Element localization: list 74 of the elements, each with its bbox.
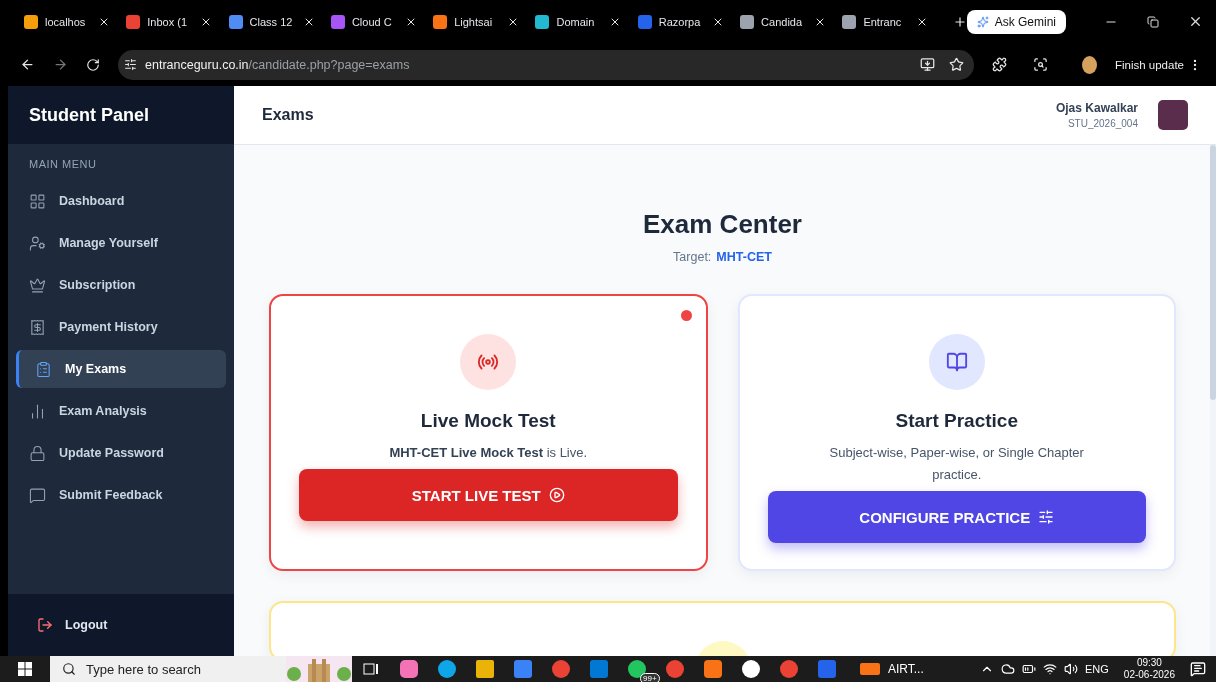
logout-link[interactable]: Logout	[37, 617, 108, 633]
browser-tab[interactable]: Lightsai	[429, 14, 532, 29]
browser-tab[interactable]: Candida	[736, 14, 839, 29]
card-button[interactable]: START LIVE TEST	[299, 469, 678, 521]
sidebar-item[interactable]: Update Password	[16, 434, 226, 472]
browser-tab[interactable]: Razorpa	[633, 14, 737, 29]
new-tab-icon[interactable]	[952, 14, 967, 29]
sidebar-item[interactable]: Payment History	[16, 308, 226, 346]
sidebar-item[interactable]: My Exams	[16, 350, 226, 388]
clock[interactable]: 09:30 02-06-2026	[1123, 657, 1175, 681]
section-heading: Exam Center	[642, 209, 803, 240]
notifications-icon[interactable]	[1190, 661, 1206, 677]
menu-icon	[29, 234, 46, 252]
target-label: Target:	[673, 250, 712, 264]
book-icon	[945, 351, 968, 373]
browser-tab[interactable]: Inbox (1	[122, 14, 225, 29]
panel-title: Student Panel	[8, 86, 234, 144]
reload-icon[interactable]	[86, 57, 100, 72]
site-settings-icon[interactable]	[124, 58, 137, 71]
install-icon[interactable]	[920, 57, 935, 72]
back-icon[interactable]	[20, 57, 35, 72]
menu-icon	[35, 360, 52, 378]
volume-icon[interactable]	[1064, 662, 1078, 676]
notification-badge: 99+	[640, 673, 660, 682]
finish-update-button[interactable]: Finish update	[1114, 57, 1202, 72]
wifi-icon[interactable]	[1043, 662, 1057, 676]
target-value: MHT-CET	[716, 250, 772, 264]
menu-icon	[29, 192, 46, 210]
sidebar-item[interactable]: Submit Feedback	[16, 476, 226, 514]
menu-section-label: MAIN MENU	[28, 157, 98, 172]
address-bar[interactable]: entranceguru.co.in/candidate.php?page=exams	[118, 49, 974, 80]
browser-tab[interactable]: localhos	[20, 14, 123, 29]
photo-placeholder[interactable]	[1158, 100, 1188, 130]
taskbar-search-field[interactable]: Type here to search	[50, 656, 286, 682]
language-indicator[interactable]: ENG	[1085, 663, 1109, 675]
menu-icon	[29, 402, 46, 420]
live-dot	[680, 310, 692, 321]
card-title: Live Mock Test	[420, 410, 556, 432]
menu-icon	[29, 486, 46, 504]
card-button[interactable]: CONFIGURE PRACTICE	[767, 491, 1146, 543]
cloud-icon[interactable]	[1001, 662, 1015, 676]
battery-icon[interactable]	[1022, 662, 1036, 676]
lens-icon[interactable]	[1033, 57, 1048, 72]
menu-icon	[29, 318, 46, 336]
search-icon	[62, 662, 76, 676]
sidebar-item[interactable]: Dashboard	[16, 182, 226, 220]
ask-button[interactable]: Ask Gemini	[966, 9, 1067, 34]
browser-tab[interactable]: Class 12	[224, 14, 327, 29]
sidebar-item[interactable]: Exam Analysis	[16, 392, 226, 430]
taskbar-app-button[interactable]: AIRT...	[860, 662, 924, 676]
forward-icon[interactable]	[53, 57, 68, 72]
card-title: Start Practice	[895, 410, 1018, 432]
card-description: MHT-CET Live Mock Test is Live.	[389, 444, 588, 462]
bookmark-star-icon[interactable]	[949, 57, 964, 72]
user-name: Ojas Kawalkar	[1055, 101, 1138, 115]
card-description: Subject-wise, Paper-wise, or Single Chapter practice.	[828, 444, 1085, 484]
page-title: Exams	[262, 106, 314, 124]
url-text: entranceguru.co.in/candidate.php?page=exams	[145, 57, 410, 72]
sliders-icon	[1038, 509, 1055, 525]
logout-icon	[37, 617, 53, 633]
play-icon	[548, 487, 565, 503]
sparkle-icon	[976, 15, 989, 28]
sidebar-item[interactable]: Manage Yourself	[16, 224, 226, 262]
scrollbar[interactable]	[1210, 145, 1216, 656]
browser-tab[interactable]: Domain	[531, 14, 634, 29]
sidebar-item[interactable]: Subscription	[16, 266, 226, 304]
menu-icon	[29, 444, 46, 462]
browser-tab[interactable]: Entranc	[838, 14, 941, 29]
extensions-icon[interactable]	[992, 57, 1007, 72]
palace-drawing	[286, 656, 352, 682]
user-id: STU_2026_004	[1067, 118, 1138, 129]
browser-tab[interactable]: Cloud C	[326, 14, 430, 29]
profile-avatar[interactable]	[1082, 55, 1097, 74]
menu-icon	[29, 276, 46, 294]
